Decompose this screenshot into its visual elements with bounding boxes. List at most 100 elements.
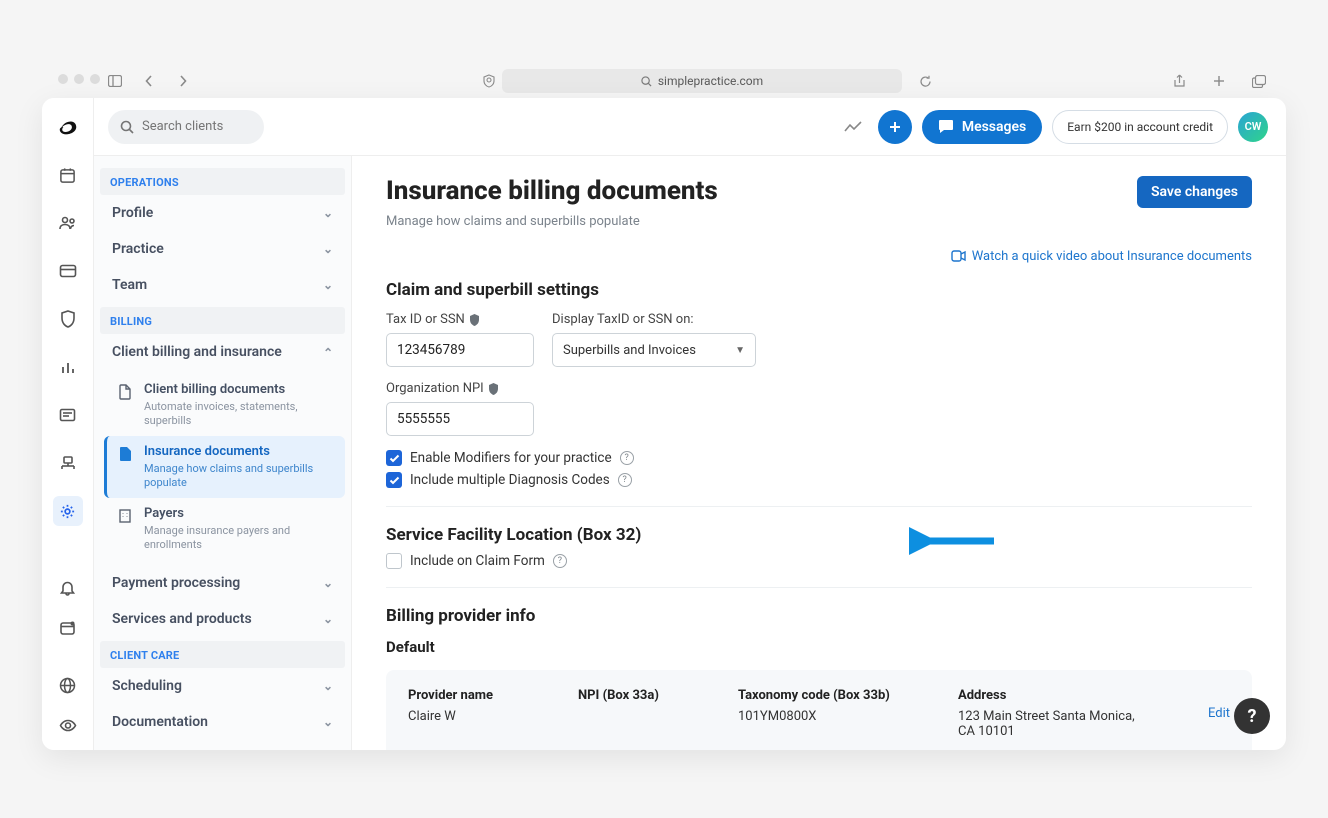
provider-address-value: 123 Main Street Santa Monica, CA 10101 — [958, 709, 1148, 739]
nav-client-billing[interactable]: Client billing and insurance⌄ — [100, 334, 345, 370]
npi-label: Organization NPI — [386, 381, 534, 396]
nav-scheduling[interactable]: Scheduling⌄ — [100, 668, 345, 704]
enable-modifiers-checkbox[interactable]: Enable Modifiers for your practice ? — [386, 450, 1252, 466]
new-tab-icon[interactable] — [1206, 68, 1232, 94]
logo-icon[interactable] — [57, 116, 79, 138]
search-input[interactable]: Search clients — [108, 110, 264, 144]
icon-rail — [42, 98, 94, 750]
messages-button[interactable]: Messages — [922, 110, 1042, 144]
checkbox-icon — [386, 553, 402, 569]
display-on-select[interactable]: Superbills and Invoices ▼ — [552, 333, 756, 367]
provider-title: Billing provider info — [386, 606, 1252, 626]
section-operations: OPERATIONS — [100, 168, 345, 195]
video-link[interactable]: Watch a quick video about Insurance docu… — [951, 249, 1252, 264]
shield-icon[interactable] — [476, 68, 502, 94]
chevron-down-icon: ⌄ — [323, 576, 333, 590]
section-claim-title: Claim and superbill settings — [386, 280, 1252, 300]
address-bar[interactable]: simplepractice.com — [502, 69, 902, 93]
building-icon — [118, 508, 134, 552]
calendar-icon[interactable] — [53, 160, 83, 190]
facility-title: Service Facility Location (Box 32) — [386, 525, 1252, 545]
nav-profile[interactable]: Profile⌄ — [100, 195, 345, 231]
settings-icon[interactable] — [53, 496, 83, 526]
main-content: Insurance billing documents Save changes… — [352, 156, 1286, 750]
credit-button[interactable]: Earn $200 in account credit — [1052, 110, 1228, 144]
search-placeholder: Search clients — [142, 119, 223, 134]
include-claim-checkbox[interactable]: Include on Claim Form ? — [386, 553, 1252, 569]
file-icon — [118, 384, 134, 428]
traffic-close[interactable] — [58, 74, 68, 84]
default-label: Default — [386, 638, 1252, 656]
messages-label: Messages — [962, 119, 1026, 135]
include-dx-checkbox[interactable]: Include multiple Diagnosis Codes ? — [386, 472, 1252, 488]
browser-chrome: simplepractice.com — [42, 66, 1286, 96]
provider-taxonomy-value: 101YM0800X — [738, 709, 918, 724]
supervision-icon[interactable] — [53, 448, 83, 478]
display-on-label: Display TaxID or SSN on: — [552, 312, 756, 327]
reminders-icon[interactable] — [53, 578, 83, 600]
back-icon[interactable] — [136, 68, 162, 94]
edit-provider-link[interactable]: Edit — [1208, 706, 1230, 721]
forward-icon[interactable] — [170, 68, 196, 94]
search-icon — [120, 120, 134, 134]
sidebar-toggle-icon[interactable] — [102, 68, 128, 94]
nav-practice[interactable]: Practice⌄ — [100, 231, 345, 267]
chevron-down-icon: ⌄ — [323, 679, 333, 693]
page-subtitle: Manage how claims and superbills populat… — [386, 214, 1252, 229]
tax-id-input[interactable] — [386, 333, 534, 367]
nav-insurance-docs[interactable]: Insurance documentsManage how claims and… — [104, 436, 345, 498]
traffic-min[interactable] — [74, 74, 84, 84]
clients-icon[interactable] — [53, 208, 83, 238]
app-window: Search clients Messages Earn $200 in acc… — [42, 98, 1286, 750]
eye-icon[interactable] — [53, 714, 83, 736]
billing-icon[interactable] — [53, 256, 83, 286]
nav-services-products[interactable]: Services and products⌄ — [100, 601, 345, 637]
nav-payers[interactable]: PayersManage insurance payers and enroll… — [104, 498, 345, 560]
settings-sidebar: OPERATIONS Profile⌄ Practice⌄ Team⌄ BILL… — [94, 156, 352, 750]
requests-icon[interactable] — [53, 617, 83, 639]
nav-documentation[interactable]: Documentation⌄ — [100, 704, 345, 740]
help-icon[interactable]: ? — [618, 473, 632, 487]
tax-id-label: Tax ID or SSN — [386, 312, 534, 327]
help-fab[interactable]: ? — [1234, 698, 1270, 734]
insurance-icon[interactable] — [53, 304, 83, 334]
nav-client-notifications[interactable]: Client notifications⌄ — [100, 740, 345, 750]
nav-team[interactable]: Team⌄ — [100, 267, 345, 303]
chevron-down-icon: ⌄ — [323, 242, 333, 256]
notes-icon[interactable] — [53, 400, 83, 430]
video-icon — [951, 250, 966, 262]
checkbox-icon — [386, 472, 402, 488]
chevron-up-icon: ⌄ — [323, 345, 333, 359]
activity-icon[interactable] — [838, 112, 868, 142]
chevron-down-icon: ▼ — [735, 345, 745, 356]
file-icon — [118, 446, 134, 490]
topbar: Search clients Messages Earn $200 in acc… — [94, 98, 1286, 156]
provider-taxonomy-header: Taxonomy code (Box 33b) — [738, 688, 918, 703]
chevron-down-icon: ⌄ — [323, 206, 333, 220]
help-icon[interactable]: ? — [553, 554, 567, 568]
traffic-max[interactable] — [90, 74, 100, 84]
nav-client-billing-docs[interactable]: Client billing documentsAutomate invoice… — [104, 374, 345, 436]
save-button[interactable]: Save changes — [1137, 176, 1252, 208]
provider-name-header: Provider name — [408, 688, 538, 703]
provider-name-value: Claire W — [408, 709, 538, 724]
page-title: Insurance billing documents — [386, 176, 718, 206]
shield-icon — [469, 314, 481, 326]
globe-icon[interactable] — [53, 675, 83, 697]
provider-npi-header: NPI (Box 33a) — [578, 688, 698, 703]
tabs-icon[interactable] — [1246, 68, 1272, 94]
url-text: simplepractice.com — [658, 74, 763, 88]
npi-input[interactable] — [386, 402, 534, 436]
analytics-icon[interactable] — [53, 352, 83, 382]
provider-address-header: Address — [958, 688, 1148, 703]
shield-icon — [488, 383, 500, 395]
create-button[interactable] — [878, 110, 912, 144]
section-client-care: CLIENT CARE — [100, 641, 345, 668]
share-icon[interactable] — [1166, 68, 1192, 94]
reload-icon[interactable] — [912, 68, 938, 94]
avatar[interactable]: CW — [1238, 112, 1268, 142]
chevron-down-icon: ⌄ — [323, 612, 333, 626]
provider-card: Provider name Claire W NPI (Box 33a) Tax… — [386, 670, 1252, 750]
nav-payment-processing[interactable]: Payment processing⌄ — [100, 565, 345, 601]
help-icon[interactable]: ? — [620, 451, 634, 465]
